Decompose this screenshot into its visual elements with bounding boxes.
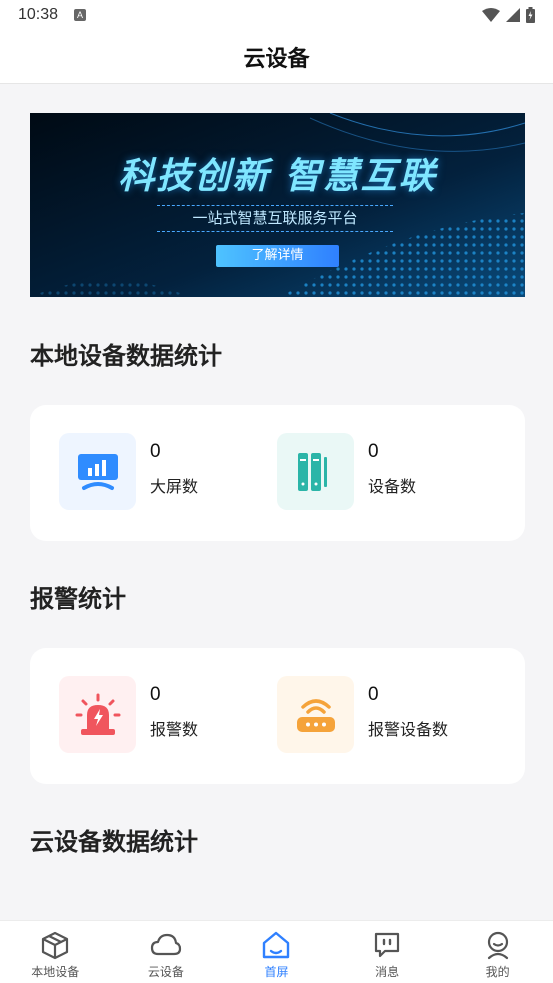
device-stat[interactable]: 0 设备数: [277, 433, 416, 510]
large-screen-icon: [59, 433, 136, 510]
server-rack-icon: [277, 433, 354, 510]
banner-headline: 科技创新 智慧互联: [118, 156, 437, 197]
page-title: 云设备: [243, 46, 310, 72]
cloud-icon: [150, 933, 181, 956]
battery-icon: [526, 7, 535, 23]
tab-local-devices[interactable]: 本地设备: [0, 921, 111, 983]
alarm-device-count: 0: [368, 683, 379, 705]
signal-icon: [506, 8, 520, 22]
alarm-stats-card: 0 报警数 0 报警设备数: [30, 648, 525, 784]
large-screen-label: 大屏数: [150, 476, 199, 496]
cloud-stats-title: 云设备数据统计: [30, 828, 198, 856]
box-icon: [42, 931, 69, 960]
device-count: 0: [368, 440, 379, 462]
alarm-stat[interactable]: 0 报警数: [59, 676, 198, 753]
learn-more-button[interactable]: 了解详情: [216, 245, 339, 267]
status-time: 10:38: [18, 6, 59, 23]
local-stats-card: 0 大屏数 0 设备数: [30, 405, 525, 541]
user-icon: [487, 931, 508, 960]
promo-banner[interactable]: 科技创新 智慧互联 一站式智慧互联服务平台 了解详情: [30, 113, 525, 297]
tab-home[interactable]: 首屏: [221, 921, 332, 983]
tab-profile[interactable]: 我的: [442, 921, 553, 983]
alarm-siren-icon: [59, 676, 136, 753]
alarm-device-stat[interactable]: 0 报警设备数: [277, 676, 448, 753]
tab-label-cloud-devices: 云设备: [147, 965, 184, 979]
router-icon: [277, 676, 354, 753]
notification-icon: A: [74, 9, 87, 21]
tab-label-profile: 我的: [485, 965, 510, 979]
message-icon: [374, 932, 400, 958]
large-screen-count: 0: [150, 440, 161, 462]
local-stats-title: 本地设备数据统计: [30, 342, 222, 370]
tab-label-home: 首屏: [264, 965, 289, 979]
wifi-icon: [482, 8, 500, 22]
status-icons: [482, 7, 535, 23]
device-label: 设备数: [368, 476, 417, 496]
app-bar: 云设备: [0, 30, 553, 84]
home-icon: [263, 931, 290, 959]
bottom-tab-bar: 本地设备 云设备 首屏 消息 我的: [0, 920, 553, 983]
alarm-label: 报警数: [150, 719, 199, 739]
banner-subtitle: 一站式智慧互联服务平台: [157, 205, 393, 232]
tab-label-messages: 消息: [375, 965, 400, 979]
status-bar: 10:38 A: [0, 0, 553, 30]
tab-messages[interactable]: 消息: [332, 921, 443, 983]
alarm-stats-title: 报警统计: [30, 585, 126, 613]
large-screen-stat[interactable]: 0 大屏数: [59, 433, 198, 510]
alarm-device-label: 报警设备数: [368, 719, 449, 739]
tab-cloud-devices[interactable]: 云设备: [111, 921, 222, 983]
tab-label-local-devices: 本地设备: [31, 965, 80, 979]
alarm-count: 0: [150, 683, 161, 705]
